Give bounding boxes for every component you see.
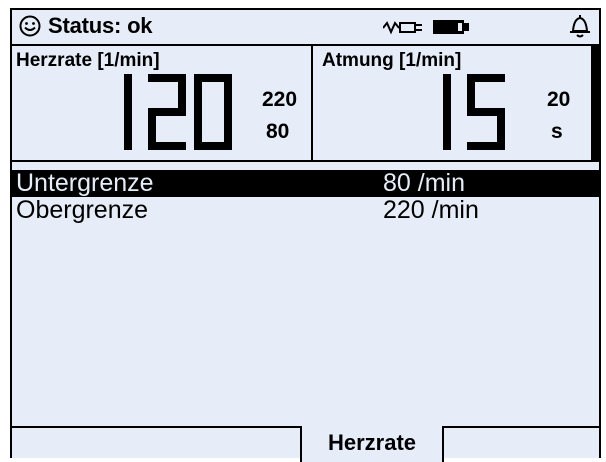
vitals-area: Herzrate [1/min] 220 80 Atmung [1/min] 2…	[12, 46, 601, 162]
battery-icon	[433, 20, 469, 34]
respiration-panel[interactable]: Atmung [1/min] 20 s	[313, 46, 601, 160]
respiration-label: Atmung [1/min]	[322, 50, 462, 71]
softkey-bar: Herzrate	[12, 426, 599, 462]
heart-rate-lower-limit: 80	[266, 120, 290, 143]
respiration-upper-limit: 20	[547, 88, 571, 111]
menu-item-value: 220 /min	[383, 196, 479, 224]
monitor-screen: Status: ok Herzrate [1/min] 220 80 Atmun…	[10, 8, 601, 462]
digit-segment	[467, 142, 505, 150]
digit-segment	[194, 74, 202, 116]
heart-rate-label: Herzrate [1/min]	[16, 50, 160, 71]
scroll-indicator	[591, 46, 601, 160]
digit-segment	[148, 142, 186, 150]
menu-item-upper-limit[interactable]: Obergrenze 220 /min	[12, 197, 599, 224]
heart-rate-value	[124, 74, 232, 150]
status-bar: Status: ok	[12, 10, 599, 46]
respiration-value	[443, 74, 505, 150]
heart-rate-upper-limit: 220	[262, 88, 298, 111]
tab-heart-rate[interactable]: Herzrate	[300, 426, 444, 462]
bell-icon[interactable]	[568, 13, 592, 39]
digit-segment	[124, 74, 132, 150]
menu-item-lower-limit[interactable]: Untergrenze 80 /min	[12, 170, 599, 197]
menu-item-label: Obergrenze	[16, 196, 149, 224]
digit-segment	[443, 74, 451, 150]
smiley-icon	[19, 15, 41, 37]
limit-menu: Untergrenze 80 /min Obergrenze 220 /min	[12, 170, 599, 224]
plug-icon	[383, 21, 422, 35]
menu-item-label: Untergrenze	[16, 169, 154, 197]
respiration-unit: s	[551, 120, 563, 143]
menu-item-value: 80 /min	[383, 169, 465, 197]
heart-rate-panel[interactable]: Herzrate [1/min] 220 80	[12, 46, 313, 160]
status-text: Status: ok	[48, 13, 153, 38]
